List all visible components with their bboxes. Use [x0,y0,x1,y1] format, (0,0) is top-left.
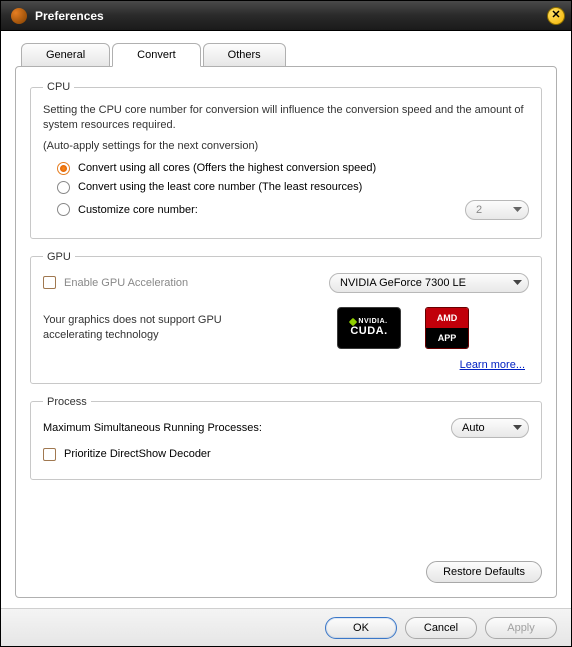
gpu-group: GPU Enable GPU Acceleration NVIDIA GeFor… [30,251,542,384]
radio-all-cores-label: Convert using all cores (Offers the high… [78,162,376,174]
tab-others[interactable]: Others [203,43,286,67]
amd-text: AMD [426,308,468,328]
gpu-legend: GPU [43,251,75,263]
prioritize-checkbox[interactable] [43,448,56,461]
cpu-description: Setting the CPU core number for conversi… [43,103,529,134]
titlebar: Preferences ✕ [1,1,571,31]
cuda-text: CUDA. [350,325,387,337]
close-button[interactable]: ✕ [547,7,565,25]
core-count-value: 2 [476,204,482,216]
max-processes-label: Maximum Simultaneous Running Processes: [43,422,262,434]
enable-gpu-label: Enable GPU Acceleration [64,277,188,289]
gpu-info-row: Your graphics does not support GPU accel… [43,307,529,349]
cpu-option-least-row[interactable]: Convert using the least core number (The… [57,181,529,194]
process-group: Process Maximum Simultaneous Running Pro… [30,396,542,480]
cpu-legend: CPU [43,81,74,93]
chevron-down-icon [513,425,522,431]
cpu-option-custom-row: Customize core number: 2 [57,200,529,220]
radio-custom-cores[interactable] [57,203,70,216]
apply-button[interactable]: Apply [485,617,557,639]
content-area: General Convert Others CPU Setting the C… [1,31,571,608]
chevron-down-icon [513,280,522,286]
prioritize-label: Prioritize DirectShow Decoder [64,448,211,460]
cancel-button[interactable]: Cancel [405,617,477,639]
gpu-device-value: NVIDIA GeForce 7300 LE [340,277,466,289]
ok-button[interactable]: OK [325,617,397,639]
max-processes-row: Maximum Simultaneous Running Processes: … [43,418,529,438]
dialog-footer: OK Cancel Apply [1,608,571,646]
gpu-device-select[interactable]: NVIDIA GeForce 7300 LE [329,273,529,293]
tab-general[interactable]: General [21,43,110,67]
max-processes-value: Auto [462,422,485,434]
gpu-enable-row: Enable GPU Acceleration NVIDIA GeForce 7… [43,273,529,293]
close-icon: ✕ [551,10,560,21]
radio-all-cores[interactable] [57,162,70,175]
radio-least-cores-label: Convert using the least core number (The… [78,181,362,193]
prioritize-row[interactable]: Prioritize DirectShow Decoder [43,448,529,461]
amd-app-badge: AMD APP [425,307,469,349]
tab-panel: CPU Setting the CPU core number for conv… [15,66,557,598]
max-processes-select[interactable]: Auto [451,418,529,438]
enable-gpu-checkbox[interactable] [43,276,56,289]
core-count-select[interactable]: 2 [465,200,529,220]
nvidia-text: NVIDIA. [358,318,387,325]
spacer [30,492,542,557]
cpu-group: CPU Setting the CPU core number for conv… [30,81,542,239]
learn-more-row: Learn more... [43,359,525,371]
preferences-window: Preferences ✕ General Convert Others CPU… [0,0,572,647]
chevron-down-icon [513,207,522,213]
cpu-autoapply: (Auto-apply settings for the next conver… [43,140,529,152]
learn-more-link[interactable]: Learn more... [460,359,525,371]
gpu-unsupported-text: Your graphics does not support GPU accel… [43,313,263,343]
tab-bar: General Convert Others [21,43,557,67]
amd-app-text: APP [426,328,468,348]
radio-custom-cores-label: Customize core number: [78,204,198,216]
cpu-option-all-row[interactable]: Convert using all cores (Offers the high… [57,162,529,175]
process-legend: Process [43,396,91,408]
app-icon [11,8,27,24]
restore-row: Restore Defaults [30,561,542,583]
radio-least-cores[interactable] [57,181,70,194]
restore-defaults-button[interactable]: Restore Defaults [426,561,542,583]
window-title: Preferences [35,9,547,23]
tab-convert[interactable]: Convert [112,43,201,67]
nvidia-cuda-badge: NVIDIA. CUDA. [337,307,401,349]
gpu-badges: NVIDIA. CUDA. AMD APP [337,307,469,349]
